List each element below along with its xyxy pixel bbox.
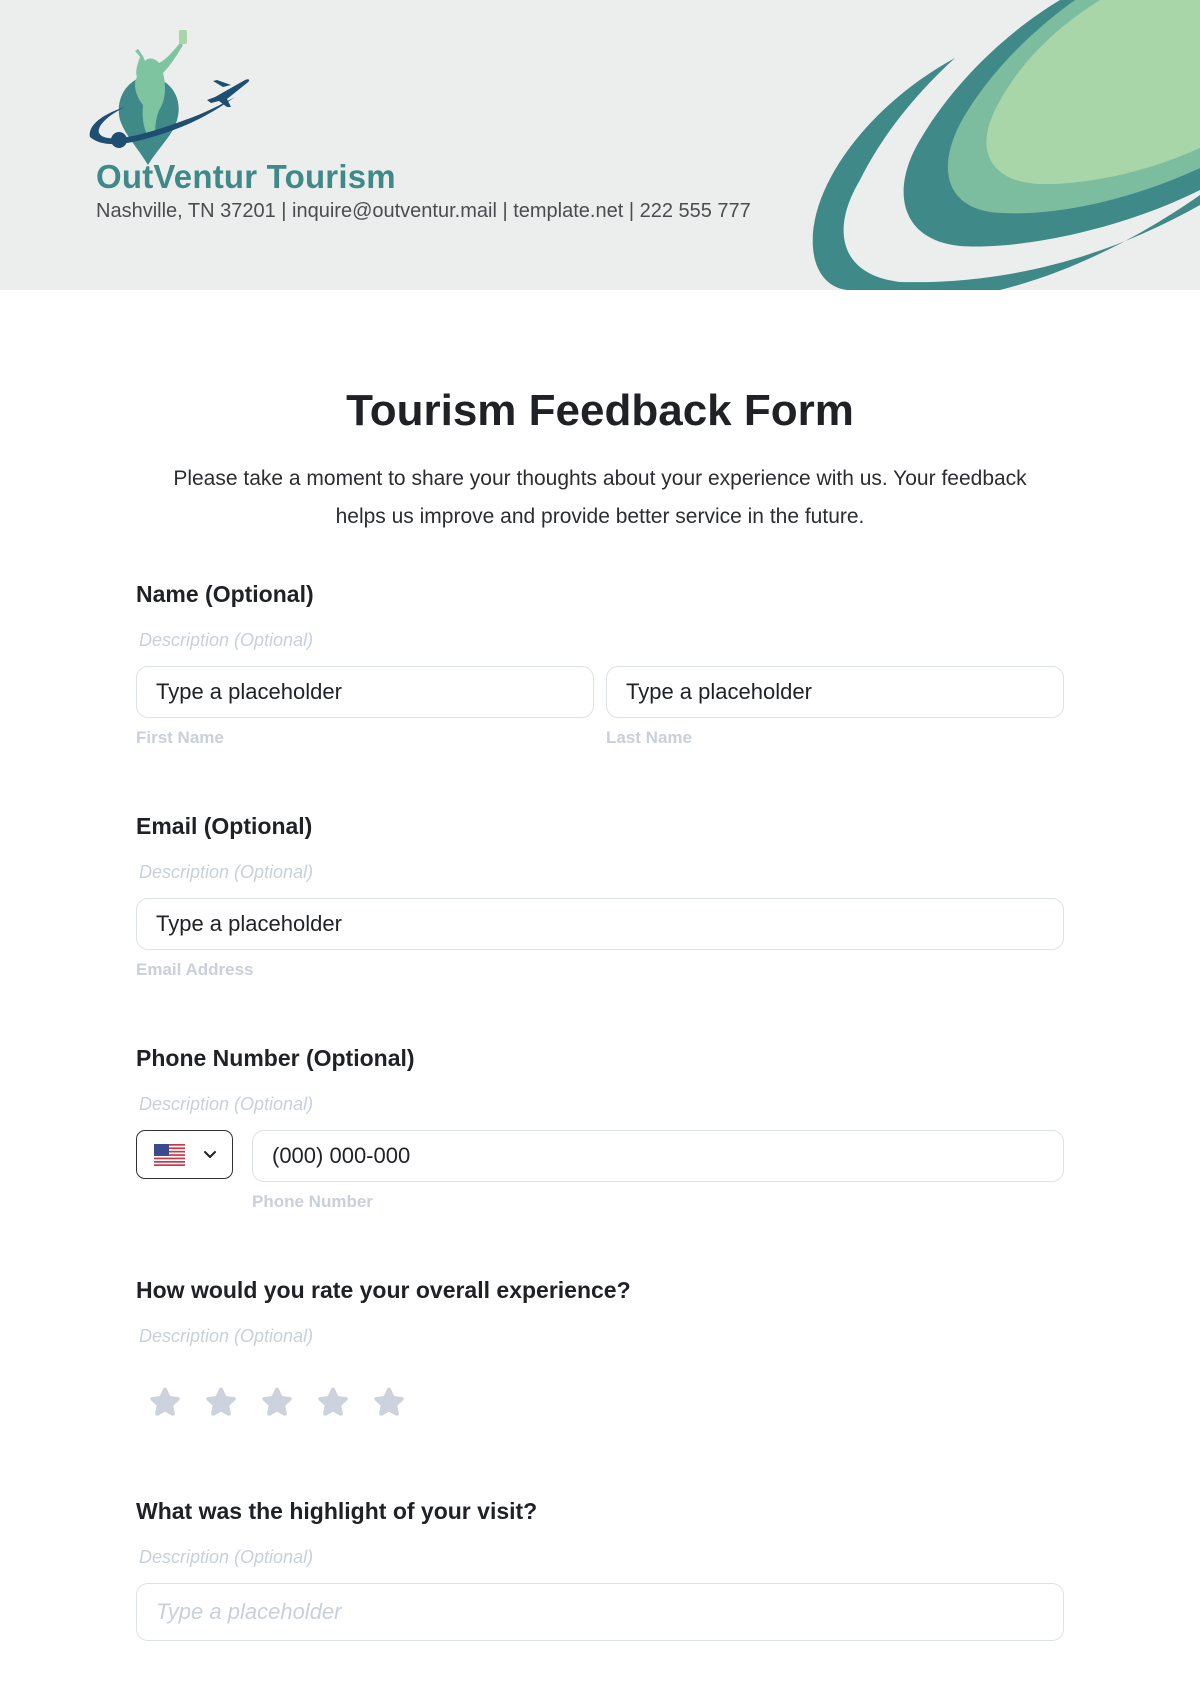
star-icon[interactable] — [202, 1384, 240, 1422]
company-logo-icon — [89, 30, 250, 165]
star-rating[interactable] — [146, 1384, 408, 1422]
star-icon[interactable] — [314, 1384, 352, 1422]
form-intro-text: Please take a moment to share your thoug… — [173, 467, 1027, 528]
phone-placeholder: (000) 000-000 — [272, 1143, 411, 1168]
phone-sublabel: Phone Number — [252, 1192, 373, 1211]
first-name-placeholder: Type a placeholder — [156, 679, 342, 704]
last-name-placeholder: Type a placeholder — [626, 679, 812, 704]
question-description-rating: Description (Optional) — [139, 1326, 314, 1346]
question-description-highlight: Description (Optional) — [139, 1547, 314, 1567]
star-icon[interactable] — [258, 1384, 296, 1422]
first-name-sublabel: First Name — [136, 728, 224, 747]
email-sublabel: Email Address — [136, 960, 254, 979]
highlight-placeholder: Type a placeholder — [156, 1599, 342, 1624]
question-label-rating: How would you rate your overall experien… — [136, 1277, 631, 1303]
last-name-sublabel: Last Name — [606, 728, 692, 747]
brand-name: OutVentur Tourism — [96, 158, 396, 195]
question-description-phone: Description (Optional) — [139, 1094, 314, 1114]
last-name-input[interactable]: Type a placeholder — [606, 666, 1064, 718]
question-description-email: Description (Optional) — [139, 862, 314, 882]
brand-contact-line: Nashville, TN 37201 | inquire@outventur.… — [96, 200, 751, 222]
email-input[interactable]: Type a placeholder — [136, 898, 1064, 950]
highlight-input[interactable]: Type a placeholder — [136, 1583, 1064, 1641]
star-icon[interactable] — [146, 1384, 184, 1422]
star-icon[interactable] — [370, 1384, 408, 1422]
chevron-down-icon — [204, 1150, 216, 1158]
email-placeholder: Type a placeholder — [156, 911, 342, 936]
question-label-email: Email (Optional) — [136, 813, 313, 839]
phone-number-input[interactable]: (000) 000-000 — [252, 1130, 1064, 1182]
header-banner: OutVentur Tourism Nashville, TN 37201 | … — [0, 0, 1200, 290]
form-title: Tourism Feedback Form — [346, 386, 854, 435]
us-flag-icon — [154, 1143, 185, 1166]
question-label-highlight: What was the highlight of your visit? — [136, 1498, 538, 1524]
country-code-select[interactable] — [136, 1130, 233, 1179]
question-label-name: Name (Optional) — [136, 581, 314, 607]
question-description-name: Description (Optional) — [139, 630, 314, 650]
question-label-phone: Phone Number (Optional) — [136, 1045, 415, 1071]
first-name-input[interactable]: Type a placeholder — [136, 666, 594, 718]
